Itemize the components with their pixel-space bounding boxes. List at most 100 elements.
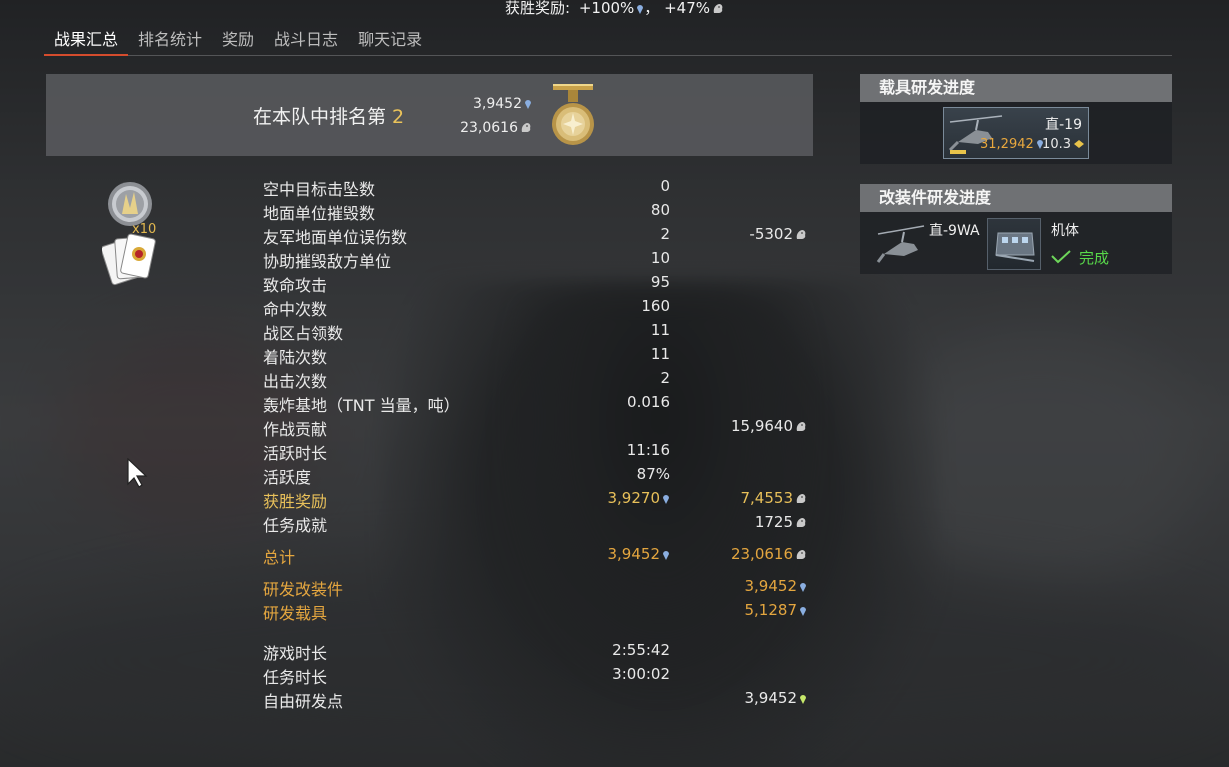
stat-label: 任务成就 [263, 516, 328, 535]
stat-row: 致命攻击 95 [263, 272, 811, 295]
stat-label: 地面单位摧毁数 [263, 204, 376, 223]
stat-silver-text: -5302 [749, 225, 793, 243]
stat-label: 致命攻击 [263, 276, 328, 295]
stat-row: 空中目标击坠数 0 [263, 176, 811, 199]
stat-row: 友军地面单位误伤数 2 -5302 [263, 224, 811, 247]
stat-value: 0 [660, 177, 670, 195]
research-point-icon [663, 551, 669, 560]
stat-value: 80 [650, 201, 670, 219]
vehicle-research-title: 载具研发进度 [860, 74, 1172, 102]
modification-research-panel: 改装件研发进度 直-9WA 机体 完成 [860, 184, 1172, 274]
stat-label: 命中次数 [263, 300, 328, 319]
stat-row: 获胜奖励 3,9270 7,4553 [263, 488, 811, 511]
total-sl-text: 23,0616 [730, 545, 793, 563]
stat-row: 协助摧毁敌方单位 10 [263, 248, 811, 271]
stat-value: 2 [660, 225, 670, 243]
free-rp-value: 3,9452 [745, 689, 808, 707]
total-rp-text: 3,9452 [607, 545, 661, 563]
vehicle-rp: 31,2942 [980, 137, 1044, 152]
silver-lion-icon [796, 230, 806, 239]
game-time-value: 2:55:42 [612, 641, 670, 659]
stat-value: 11 [650, 321, 670, 339]
vehicle-progress-bar [950, 150, 966, 154]
vehicle-card[interactable]: 直-19 31,2942 10.3 [943, 107, 1089, 159]
total-sl-value: 23,0616 [731, 545, 807, 563]
free-rp-row: 自由研发点 3,9452 [263, 688, 811, 711]
stat-silver-value: -5302 [749, 225, 807, 243]
stat-label: 活跃时长 [263, 444, 328, 463]
research-mod-value: 3,9452 [745, 577, 808, 595]
vehicle-rp-text: 31,2942 [980, 137, 1034, 152]
mod-vehicle-name: 直-9WA [929, 223, 980, 239]
silver-lion-icon [796, 422, 806, 431]
vehicle-br-text: 10.3 [1042, 137, 1071, 152]
stat-row: 作战贡献 15,9640 [263, 416, 811, 439]
stat-label: 获胜奖励 [263, 492, 328, 511]
free-rp-label: 自由研发点 [263, 692, 344, 711]
research-vehicle-row: 研发载具 5,1287 [263, 600, 811, 623]
total-row: 总计 3,9452 23,0616 [263, 544, 811, 567]
research-vehicle-text: 5,1287 [744, 601, 798, 619]
silver-lion-icon [796, 494, 806, 503]
research-mod-label: 研发改装件 [263, 580, 344, 599]
stat-value: 160 [641, 297, 670, 315]
modification-research-title: 改装件研发进度 [860, 184, 1172, 212]
vehicle-research-panel: 载具研发进度 直-19 31,2942 10.3 [860, 74, 1172, 164]
stat-row: 活跃时长 11:16 [263, 440, 811, 463]
stat-row: 着陆次数 11 [263, 344, 811, 367]
stat-silver-value: 15,9640 [731, 417, 807, 435]
stat-label: 出击次数 [263, 372, 328, 391]
stat-row: 任务成就 1725 [263, 512, 811, 535]
stat-rp-value: 3,9270 [608, 489, 671, 507]
stat-label: 着陆次数 [263, 348, 328, 367]
stat-silver-text: 1725 [754, 513, 793, 531]
stat-label: 作战贡献 [263, 420, 328, 439]
research-mod-text: 3,9452 [744, 577, 798, 595]
research-vehicle-value: 5,1287 [745, 601, 808, 619]
vehicle-name: 直-19 [1045, 117, 1082, 133]
mission-time-label: 任务时长 [263, 668, 328, 687]
stat-row: 轰炸基地（TNT 当量，吨） 0.016 [263, 392, 811, 415]
stat-row: 战区占领数 11 [263, 320, 811, 343]
stat-value: 87% [636, 465, 670, 483]
stat-value: 95 [650, 273, 670, 291]
research-point-icon [663, 495, 669, 504]
stat-silver-value: 1725 [755, 513, 807, 531]
stat-label: 战区占领数 [263, 324, 344, 343]
stat-value: 0.016 [627, 393, 670, 411]
stat-silver-text: 7,4553 [740, 489, 794, 507]
vehicle-br: 10.3 [1042, 137, 1084, 152]
modification-card[interactable] [987, 218, 1041, 270]
mission-time-value: 3:00:02 [612, 665, 670, 683]
stat-row: 出击次数 2 [263, 368, 811, 391]
mod-name: 机体 [1051, 223, 1079, 239]
research-mod-row: 研发改装件 3,9452 [263, 576, 811, 599]
stat-label: 活跃度 [263, 468, 312, 487]
stat-row: 命中次数 160 [263, 296, 811, 319]
stat-label: 友军地面单位误伤数 [263, 228, 408, 247]
research-point-icon [800, 583, 806, 592]
stat-label: 空中目标击坠数 [263, 180, 376, 199]
stat-value: 11 [650, 345, 670, 363]
stat-value: 10 [650, 249, 670, 267]
stat-value: 2 [660, 369, 670, 387]
rank-arrow-icon [1074, 140, 1084, 148]
stat-label: 协助摧毁敌方单位 [263, 252, 392, 271]
game-time-row: 游戏时长 2:55:42 [263, 640, 811, 663]
game-time-label: 游戏时长 [263, 644, 328, 663]
check-icon [1051, 250, 1071, 264]
total-label: 总计 [263, 548, 296, 567]
airframe-icon [995, 232, 1035, 262]
free-rp-text: 3,9452 [744, 689, 798, 707]
stat-row: 活跃度 87% [263, 464, 811, 487]
mod-status: 完成 [1079, 249, 1110, 267]
research-point-icon [800, 607, 806, 616]
silver-lion-icon [796, 518, 806, 527]
stat-row: 地面单位摧毁数 80 [263, 200, 811, 223]
stat-rp-text: 3,9270 [607, 489, 661, 507]
mission-time-row: 任务时长 3:00:02 [263, 664, 811, 687]
stat-value: 11:16 [626, 441, 670, 459]
free-research-point-icon [800, 695, 806, 704]
silver-lion-icon [796, 550, 806, 559]
stat-silver-value: 7,4553 [741, 489, 808, 507]
